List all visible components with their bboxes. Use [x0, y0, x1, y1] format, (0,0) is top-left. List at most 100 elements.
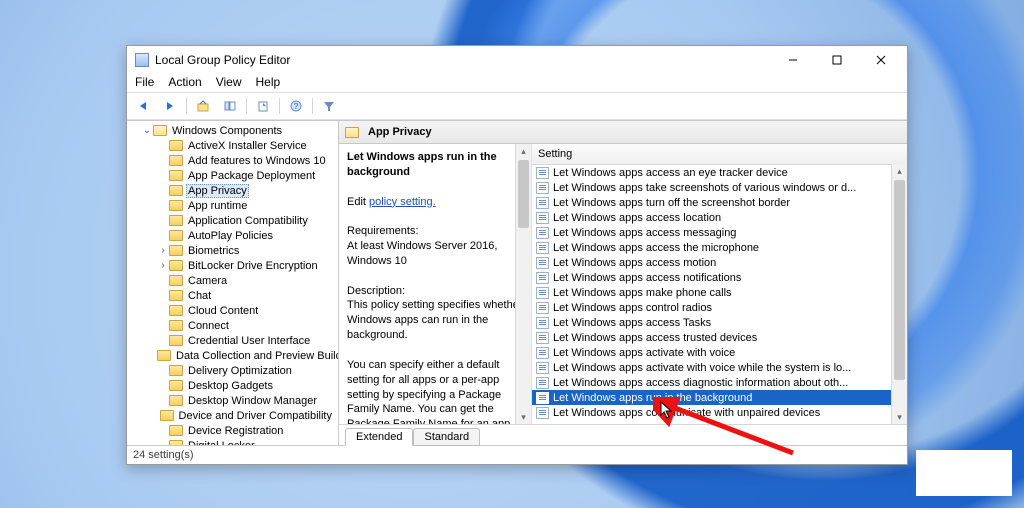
setting-row[interactable]: Let Windows apps make phone calls: [532, 285, 892, 300]
scroll-down-icon[interactable]: ▾: [516, 410, 531, 424]
minimize-button[interactable]: [771, 47, 815, 73]
column-header-setting[interactable]: Setting: [532, 144, 907, 165]
description-scrollbar[interactable]: ▴ ▾: [515, 144, 531, 424]
tree-node[interactable]: Credential User Interface: [127, 333, 338, 348]
setting-label: Let Windows apps access the microphone: [553, 242, 759, 254]
scroll-thumb[interactable]: [518, 160, 529, 228]
folder-icon: [169, 320, 183, 331]
setting-row[interactable]: Let Windows apps communicate with unpair…: [532, 405, 892, 420]
tree-node[interactable]: Device and Driver Compatibility: [127, 408, 338, 423]
policy-icon: [536, 227, 549, 239]
help-button[interactable]: ?: [284, 95, 308, 117]
tree-node[interactable]: App Package Deployment: [127, 168, 338, 183]
tree-node[interactable]: ActiveX Installer Service: [127, 138, 338, 153]
folder-icon: [169, 170, 183, 181]
tree-label: Desktop Gadgets: [186, 380, 275, 392]
tree-node[interactable]: Device Registration: [127, 423, 338, 438]
forward-button[interactable]: [158, 95, 182, 117]
setting-row[interactable]: Let Windows apps access messaging: [532, 225, 892, 240]
menu-file[interactable]: File: [135, 75, 154, 89]
policy-icon: [536, 242, 549, 254]
setting-row[interactable]: Let Windows apps access Tasks: [532, 315, 892, 330]
setting-label: Let Windows apps run in the background: [553, 392, 752, 404]
scroll-down-icon[interactable]: ▾: [892, 410, 907, 424]
back-button[interactable]: [131, 95, 155, 117]
edit-policy-link[interactable]: policy setting.: [369, 196, 436, 208]
expand-icon[interactable]: ›: [157, 245, 169, 257]
setting-label: Let Windows apps make phone calls: [553, 287, 732, 299]
tab-extended[interactable]: Extended: [345, 428, 413, 446]
export-list-button[interactable]: [251, 95, 275, 117]
tree-node[interactable]: Chat: [127, 288, 338, 303]
tree-node[interactable]: Camera: [127, 273, 338, 288]
tree-node[interactable]: Desktop Window Manager: [127, 393, 338, 408]
folder-icon: [169, 395, 183, 406]
menu-view[interactable]: View: [216, 75, 242, 89]
tree-label: Application Compatibility: [186, 215, 310, 227]
navigation-tree[interactable]: ⌄ Windows Components ActiveX Installer S…: [127, 121, 339, 445]
tree-node[interactable]: Digital Locker: [127, 438, 338, 445]
tree-node[interactable]: AutoPlay Policies: [127, 228, 338, 243]
tree-node[interactable]: Application Compatibility: [127, 213, 338, 228]
setting-row[interactable]: Let Windows apps access location: [532, 210, 892, 225]
up-folder-button[interactable]: [191, 95, 215, 117]
details-pane: App Privacy Let Windows apps run in the …: [339, 121, 907, 445]
tree-label: BitLocker Drive Encryption: [186, 260, 320, 272]
tree-node[interactable]: Connect: [127, 318, 338, 333]
expand-icon[interactable]: ›: [157, 260, 169, 272]
folder-icon: [169, 425, 183, 436]
show-hide-tree-button[interactable]: [218, 95, 242, 117]
setting-row[interactable]: Let Windows apps access trusted devices: [532, 330, 892, 345]
setting-label: Let Windows apps access diagnostic infor…: [553, 377, 848, 389]
filter-button[interactable]: [317, 95, 341, 117]
policy-icon: [536, 332, 549, 344]
collapse-icon[interactable]: ⌄: [141, 125, 153, 137]
tree-node[interactable]: › BitLocker Drive Encryption: [127, 258, 338, 273]
tree-node[interactable]: Cloud Content: [127, 303, 338, 318]
folder-icon: [169, 305, 183, 316]
view-tabs: Extended Standard: [339, 424, 907, 445]
folder-icon: [169, 365, 183, 376]
tree-label: Chat: [186, 290, 213, 302]
tree-node[interactable]: Desktop Gadgets: [127, 378, 338, 393]
menu-bar: File Action View Help: [127, 74, 907, 92]
tree-node-root[interactable]: ⌄ Windows Components: [127, 123, 338, 138]
tree-node[interactable]: App runtime: [127, 198, 338, 213]
svg-text:?: ?: [294, 102, 299, 111]
setting-row[interactable]: Let Windows apps control radios: [532, 300, 892, 315]
scroll-up-icon[interactable]: ▴: [516, 144, 531, 158]
tree-label: Biometrics: [186, 245, 241, 257]
folder-icon: [169, 185, 183, 196]
setting-row[interactable]: Let Windows apps access diagnostic infor…: [532, 375, 892, 390]
setting-row[interactable]: Let Windows apps take screenshots of var…: [532, 180, 892, 195]
list-scrollbar[interactable]: ▴ ▾: [891, 164, 907, 424]
folder-icon: [169, 380, 183, 391]
maximize-button[interactable]: [815, 47, 859, 73]
scroll-up-icon[interactable]: ▴: [892, 164, 907, 178]
title-bar[interactable]: Local Group Policy Editor: [127, 46, 907, 74]
scroll-thumb[interactable]: [894, 180, 905, 380]
status-text: 24 setting(s): [133, 449, 194, 461]
tree-node[interactable]: App Privacy: [127, 183, 338, 198]
setting-row[interactable]: Let Windows apps access notifications: [532, 270, 892, 285]
tree-label: Credential User Interface: [186, 335, 312, 347]
tab-standard[interactable]: Standard: [413, 428, 480, 446]
setting-row[interactable]: Let Windows apps access the microphone: [532, 240, 892, 255]
setting-label: Let Windows apps access Tasks: [553, 317, 711, 329]
tree-node[interactable]: › Biometrics: [127, 243, 338, 258]
menu-help[interactable]: Help: [256, 75, 281, 89]
tree-node[interactable]: Add features to Windows 10: [127, 153, 338, 168]
setting-row[interactable]: Let Windows apps activate with voice whi…: [532, 360, 892, 375]
setting-row[interactable]: Let Windows apps turn off the screenshot…: [532, 195, 892, 210]
tree-node[interactable]: Delivery Optimization: [127, 363, 338, 378]
setting-row[interactable]: Let Windows apps run in the background: [532, 390, 892, 405]
menu-action[interactable]: Action: [168, 75, 201, 89]
close-button[interactable]: [859, 47, 903, 73]
policy-icon: [536, 212, 549, 224]
setting-row[interactable]: Let Windows apps activate with voice: [532, 345, 892, 360]
setting-row[interactable]: Let Windows apps access an eye tracker d…: [532, 165, 892, 180]
setting-label: Let Windows apps take screenshots of var…: [553, 182, 856, 194]
tree-node[interactable]: Data Collection and Preview Build: [127, 348, 338, 363]
policy-icon: [536, 392, 549, 404]
setting-row[interactable]: Let Windows apps access motion: [532, 255, 892, 270]
